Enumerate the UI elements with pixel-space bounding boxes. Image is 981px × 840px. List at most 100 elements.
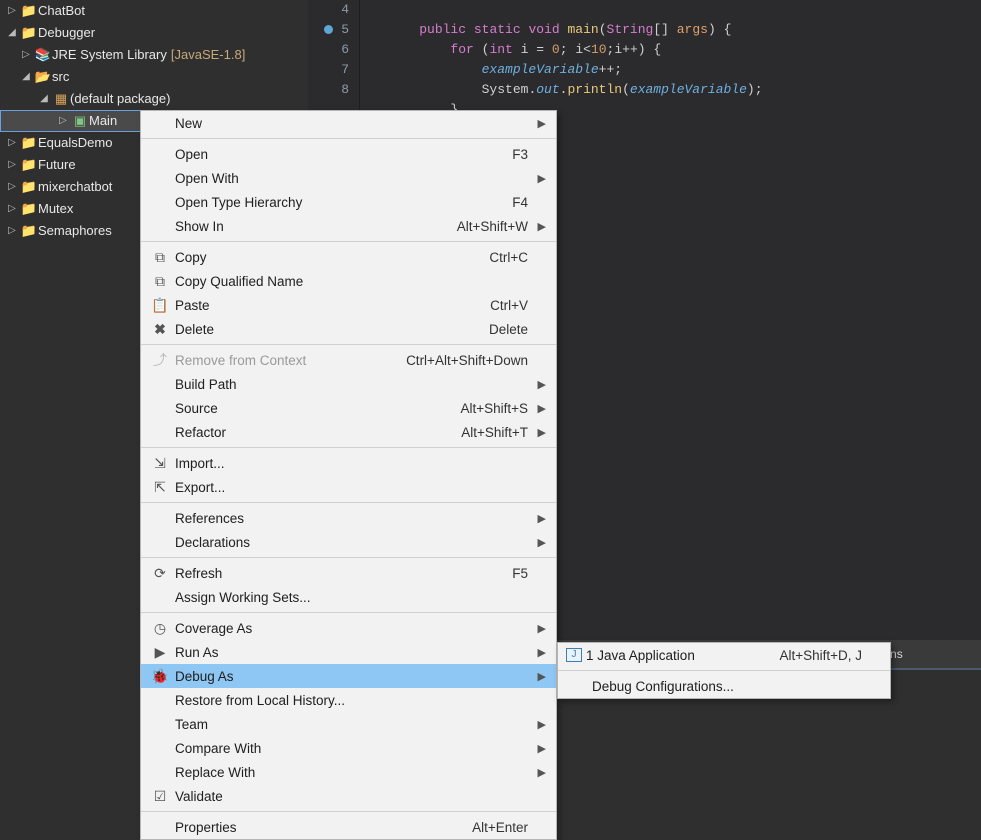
menu-item-label: Assign Working Sets... — [171, 590, 528, 605]
menu-item-label: Run As — [171, 645, 528, 660]
menu-item-compare-with[interactable]: Compare With▶ — [141, 736, 556, 760]
menu-item-shortcut: Alt+Shift+T — [461, 425, 534, 440]
menu-item-label: Refresh — [171, 566, 512, 581]
line-number[interactable]: 6 — [308, 40, 359, 60]
tree-item-label: Debugger — [38, 22, 95, 44]
menu-item-paste[interactable]: 📋PasteCtrl+V — [141, 293, 556, 317]
menu-item-team[interactable]: Team ▶ — [141, 712, 556, 736]
menu-item-run-as[interactable]: ▶Run As▶ — [141, 640, 556, 664]
menu-separator — [141, 447, 556, 448]
menu-item-source[interactable]: SourceAlt+Shift+S▶ — [141, 396, 556, 420]
menu-item-copy-qualified-name[interactable]: ⧉Copy Qualified Name — [141, 269, 556, 293]
menu-item-shortcut: Alt+Shift+S — [460, 401, 534, 416]
line-number[interactable]: 7 — [308, 60, 359, 80]
line-number[interactable]: 8 — [308, 80, 359, 100]
menu-item-label: Properties — [171, 820, 472, 835]
tree-item-icon: 📁 — [20, 0, 38, 22]
menu-item-label: Open Type Hierarchy — [171, 195, 512, 210]
menu-item-properties[interactable]: PropertiesAlt+Enter — [141, 815, 556, 839]
menu-separator — [141, 811, 556, 812]
debug-as-icon: 🐞 — [149, 668, 171, 685]
expand-twisty-icon[interactable]: ▷ — [55, 110, 71, 132]
validate-icon: ☑ — [149, 788, 171, 805]
tree-item-chatbot[interactable]: ▷📁ChatBot — [0, 0, 308, 22]
menu-item-refresh[interactable]: ⟳RefreshF5 — [141, 561, 556, 585]
expand-twisty-icon[interactable]: ▷ — [4, 220, 20, 242]
expand-twisty-icon[interactable]: ▷ — [4, 154, 20, 176]
menu-item-label: Export... — [171, 480, 528, 495]
submenu-arrow-icon: ▶ — [534, 117, 546, 130]
remove-from-context-icon: ⤴ — [149, 350, 171, 370]
code-line — [388, 0, 763, 20]
tree-item-icon: 📁 — [20, 198, 38, 220]
menu-item-declarations[interactable]: Declarations▶ — [141, 530, 556, 554]
submenu-item-label: Debug Configurations... — [588, 679, 862, 694]
menu-separator — [558, 670, 890, 671]
line-number[interactable]: 4 — [308, 0, 359, 20]
copy-icon: ⧉ — [149, 249, 171, 266]
submenu-arrow-icon: ▶ — [534, 622, 546, 635]
expand-twisty-icon[interactable]: ▷ — [4, 132, 20, 154]
menu-item-show-in[interactable]: Show InAlt+Shift+W▶ — [141, 214, 556, 238]
expand-twisty-icon[interactable]: ◢ — [36, 88, 52, 110]
menu-item-label: Replace With — [171, 765, 528, 780]
menu-item-export[interactable]: ⇱Export... — [141, 475, 556, 499]
menu-item-refactor[interactable]: RefactorAlt+Shift+T▶ — [141, 420, 556, 444]
menu-item-copy[interactable]: ⧉CopyCtrl+C — [141, 245, 556, 269]
menu-item-label: Build Path — [171, 377, 528, 392]
submenu-arrow-icon: ▶ — [534, 172, 546, 185]
tree-item-suffix: [JavaSE-1.8] — [171, 44, 245, 66]
menu-item-assign-working-sets[interactable]: Assign Working Sets... — [141, 585, 556, 609]
tree-item-debugger[interactable]: ◢📁Debugger — [0, 22, 308, 44]
menu-item-new[interactable]: New▶ — [141, 111, 556, 135]
menu-item-validate[interactable]: ☑Validate — [141, 784, 556, 808]
tree-item--default-package-[interactable]: ◢▦(default package) — [0, 88, 308, 110]
submenu-arrow-icon: ▶ — [534, 670, 546, 683]
tree-item-icon: 📁 — [20, 176, 38, 198]
menu-item-shortcut: Ctrl+V — [490, 298, 534, 313]
debug-as-submenu[interactable]: J1 Java ApplicationAlt+Shift+D, J Debug C… — [557, 642, 891, 699]
java-launch-icon: J — [566, 648, 582, 662]
menu-item-restore-from-local-history[interactable]: Restore from Local History... — [141, 688, 556, 712]
submenu-item-1-java-application[interactable]: J1 Java ApplicationAlt+Shift+D, J — [558, 643, 890, 667]
menu-item-replace-with[interactable]: Replace With▶ — [141, 760, 556, 784]
context-menu[interactable]: New▶ OpenF3 Open With ▶ Open Type HierarchyF… — [140, 110, 557, 840]
tree-item-label: src — [52, 66, 69, 88]
expand-twisty-icon[interactable]: ▷ — [4, 176, 20, 198]
code-line: for (int i = 0; i<10;i++) { — [388, 40, 763, 60]
tree-item-src[interactable]: ◢📂src — [0, 66, 308, 88]
menu-item-delete[interactable]: ✖DeleteDelete — [141, 317, 556, 341]
tree-item-label: mixerchatbot — [38, 176, 112, 198]
menu-item-build-path[interactable]: Build Path▶ — [141, 372, 556, 396]
expand-twisty-icon[interactable]: ▷ — [4, 198, 20, 220]
expand-twisty-icon[interactable]: ▷ — [18, 44, 34, 66]
menu-item-references[interactable]: References▶ — [141, 506, 556, 530]
menu-item-open-type-hierarchy[interactable]: Open Type HierarchyF4 — [141, 190, 556, 214]
expand-twisty-icon[interactable]: ◢ — [4, 22, 20, 44]
menu-item-label: Debug As — [171, 669, 528, 684]
menu-separator — [141, 612, 556, 613]
menu-item-import[interactable]: ⇲Import... — [141, 451, 556, 475]
menu-item-open-with[interactable]: Open With ▶ — [141, 166, 556, 190]
expand-twisty-icon[interactable]: ◢ — [18, 66, 34, 88]
tree-item-label: (default package) — [70, 88, 170, 110]
submenu-arrow-icon: ▶ — [534, 718, 546, 731]
tree-item-jre-system-library[interactable]: ▷📚JRE System Library[JavaSE-1.8] — [0, 44, 308, 66]
code-line: System.out.println(exampleVariable); — [388, 80, 763, 100]
menu-item-label: Declarations — [171, 535, 528, 550]
menu-item-label: Open With — [171, 171, 528, 186]
submenu-arrow-icon: ▶ — [534, 742, 546, 755]
menu-item-debug-as[interactable]: 🐞Debug As ▶ — [141, 664, 556, 688]
submenu-item-shortcut: Alt+Shift+D, J — [779, 648, 868, 663]
expand-twisty-icon[interactable]: ▷ — [4, 0, 20, 22]
menu-item-shortcut: Alt+Enter — [472, 820, 534, 835]
menu-item-coverage-as[interactable]: ◷Coverage As▶ — [141, 616, 556, 640]
delete-icon: ✖ — [149, 321, 171, 338]
submenu-arrow-icon: ▶ — [534, 220, 546, 233]
menu-item-label: Team — [171, 717, 528, 732]
menu-item-open[interactable]: OpenF3 — [141, 142, 556, 166]
submenu-item-debug-configurations[interactable]: Debug Configurations... — [558, 674, 890, 698]
menu-separator — [141, 557, 556, 558]
breakpoint-line-number[interactable]: 5 — [308, 20, 359, 40]
menu-item-label: Remove from Context — [171, 353, 406, 368]
